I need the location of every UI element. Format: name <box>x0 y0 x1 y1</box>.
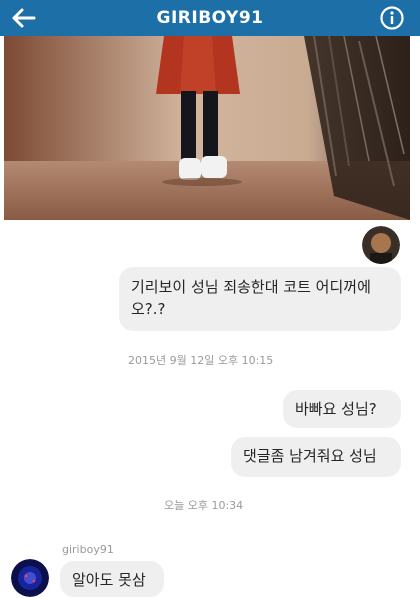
avatar-image <box>11 559 49 597</box>
avatar-contact[interactable] <box>11 559 49 597</box>
shared-photo[interactable] <box>4 36 410 220</box>
sender-name: giriboy91 <box>62 543 114 556</box>
message-bubble[interactable]: 댓글좀 남겨줘요 성님 <box>231 437 401 477</box>
message-bubble[interactable]: 바빠요 성님? <box>283 390 401 428</box>
info-circle-icon <box>380 6 404 30</box>
message-bubble[interactable]: 알아도 못삼 <box>60 561 164 597</box>
info-button[interactable] <box>376 2 408 34</box>
timestamp: 2015년 9월 12일 오후 10:15 <box>128 354 274 367</box>
message-bubble[interactable]: 기리보이 성님 죄송한대 코트 어디꺼에오?.? <box>119 267 401 331</box>
photo-image <box>4 36 410 220</box>
timestamp: 오늘 오후 10:34 <box>164 499 244 512</box>
chat-header: GIRIBOY91 <box>0 0 420 36</box>
avatar-self[interactable] <box>362 226 400 264</box>
avatar-image <box>362 226 400 264</box>
page-title: GIRIBOY91 <box>156 8 264 28</box>
